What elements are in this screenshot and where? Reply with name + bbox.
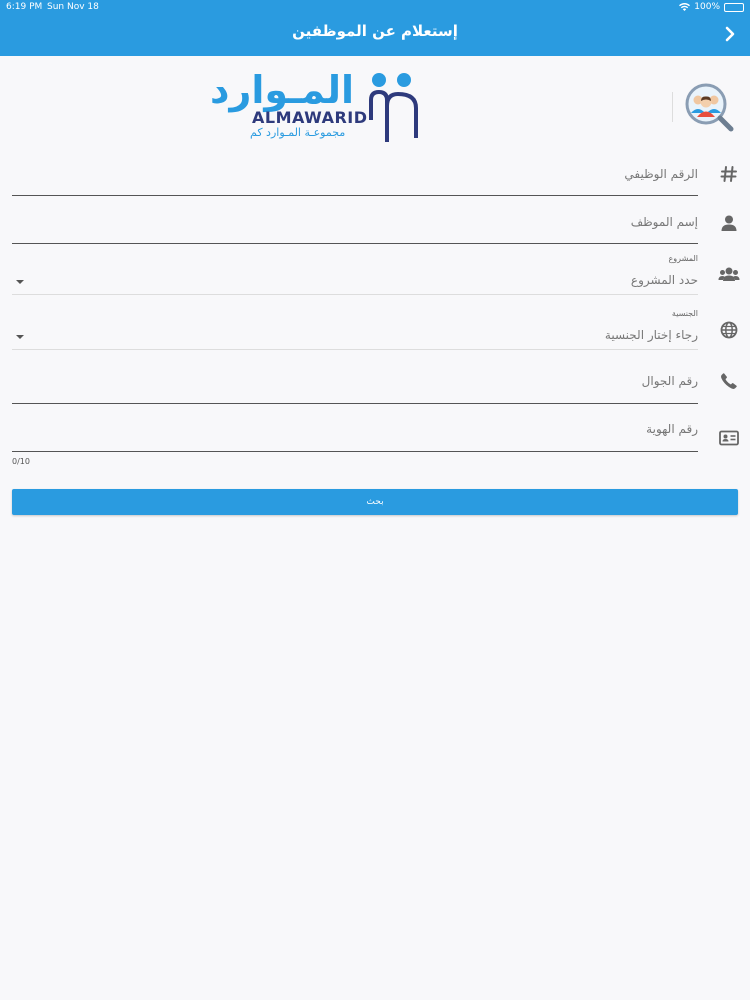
employee-name-field[interactable]: إسم الموظف <box>12 208 698 245</box>
id-number-counter: 0/10 <box>12 457 30 466</box>
logo-arabic-text: المـوارد <box>210 68 354 112</box>
nationality-placeholder: رجاء إختار الجنسية <box>604 328 698 342</box>
logo-subtitle: مجموعـة المـوارد كم <box>250 126 346 139</box>
employee-number-placeholder: الرقم الوظيفي <box>624 167 698 181</box>
battery-icon <box>724 2 744 12</box>
employee-number-field[interactable]: الرقم الوظيفي <box>12 160 698 196</box>
back-button[interactable] <box>718 22 742 46</box>
project-dropdown[interactable]: المشروع حدد المشروع <box>12 252 698 295</box>
field-underline <box>12 243 698 244</box>
status-right: 100% <box>679 2 744 12</box>
status-date: Sun Nov 18 <box>47 2 99 12</box>
wifi-icon <box>679 3 691 11</box>
person-icon <box>718 212 740 234</box>
battery-percent: 100% <box>694 2 720 12</box>
chevron-down-icon <box>16 335 24 339</box>
logo-english-text: ALMAWARID <box>252 108 368 127</box>
status-bar: 6:19 PM Sun Nov 18 100% <box>0 0 750 14</box>
project-label: المشروع <box>668 254 698 263</box>
field-underline <box>12 403 698 404</box>
app-header: 6:19 PM Sun Nov 18 100% إستعلام عن الموظ… <box>0 0 750 56</box>
chevron-right-icon <box>725 26 735 42</box>
project-placeholder: حدد المشروع <box>630 273 698 287</box>
chevron-down-icon <box>16 280 24 284</box>
avatar-divider <box>672 92 673 122</box>
id-number-field[interactable]: رقم الهوية <box>12 415 698 453</box>
employees-search-avatar <box>684 82 734 132</box>
id-card-icon <box>718 427 740 449</box>
group-icon <box>718 263 740 285</box>
status-time: 6:19 PM <box>6 2 43 12</box>
field-underline <box>12 349 698 350</box>
mobile-placeholder: رقم الجوال <box>641 374 698 388</box>
nationality-dropdown[interactable]: الجنسية رجاء إختار الجنسية <box>12 307 698 350</box>
almawarid-logo: المـوارد ALMAWARID مجموعـة المـوارد كم <box>210 68 440 143</box>
globe-icon <box>718 319 740 341</box>
nationality-label: الجنسية <box>671 309 698 318</box>
page-title: إستعلام عن الموظفين <box>292 22 458 40</box>
employees-magnifier-icon <box>685 83 734 132</box>
hash-icon <box>718 163 740 185</box>
field-underline <box>12 294 698 295</box>
employee-name-placeholder: إسم الموظف <box>630 215 698 229</box>
field-underline <box>12 195 698 196</box>
logo-mark-icon <box>369 73 418 142</box>
phone-icon <box>718 370 740 392</box>
field-underline <box>12 451 698 452</box>
mobile-field[interactable]: رقم الجوال <box>12 367 698 404</box>
id-number-placeholder: رقم الهوية <box>646 422 698 436</box>
search-button[interactable]: بحث <box>12 489 738 515</box>
